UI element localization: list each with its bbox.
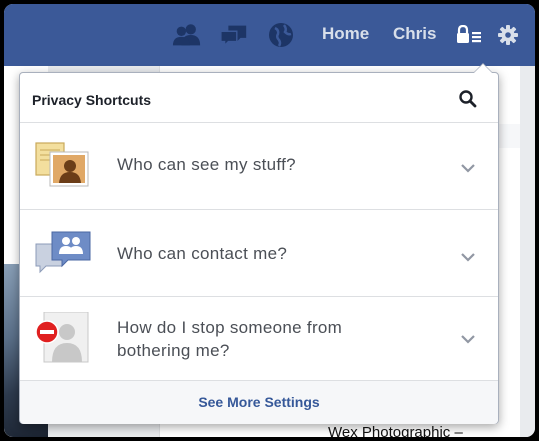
- photos-silhouette-icon: [34, 139, 94, 193]
- block-user-icon: [34, 311, 94, 366]
- chevron-down-icon[interactable]: [460, 331, 476, 344]
- background-page-text: Wex Photographic –: [328, 424, 463, 437]
- chevron-down-icon[interactable]: [460, 160, 476, 173]
- privacy-item-label-line2: bothering me?: [117, 341, 230, 360]
- privacy-shortcuts-icon[interactable]: [454, 21, 484, 49]
- privacy-item-label: Who can see my stuff?: [117, 155, 296, 174]
- popover-footer: See More Settings: [20, 380, 498, 424]
- messages-icon[interactable]: [219, 21, 249, 49]
- privacy-item-see-my-stuff[interactable]: Who can see my stuff?: [20, 123, 498, 210]
- privacy-item-label: Who can contact me?: [117, 244, 288, 263]
- search-icon[interactable]: [457, 88, 479, 110]
- notifications-globe-icon[interactable]: [266, 21, 296, 49]
- privacy-item-contact-me[interactable]: Who can contact me?: [20, 210, 498, 297]
- privacy-item-label-line1: How do I stop someone from: [117, 318, 343, 337]
- friend-requests-icon[interactable]: [172, 21, 202, 49]
- see-more-settings-link[interactable]: See More Settings: [20, 394, 498, 410]
- privacy-item-stop-bothering[interactable]: How do I stop someone from bothering me?: [20, 296, 498, 380]
- popover-header: Privacy Shortcuts: [20, 73, 498, 123]
- screenshot-frame: Home Chris Privacy Shortcuts Who can see…: [4, 4, 535, 437]
- popover-pointer-fill: [474, 64, 492, 73]
- privacy-shortcuts-popover: Privacy Shortcuts Who can see my stuff? …: [19, 63, 499, 424]
- top-navigation-bar: Home Chris: [4, 4, 535, 67]
- popover-title: Privacy Shortcuts: [32, 92, 152, 108]
- chevron-down-icon[interactable]: [460, 249, 476, 262]
- contact-bubbles-icon: [34, 226, 94, 280]
- home-link[interactable]: Home: [322, 24, 369, 44]
- settings-gear-icon[interactable]: [493, 21, 523, 49]
- profile-link[interactable]: Chris: [393, 24, 436, 44]
